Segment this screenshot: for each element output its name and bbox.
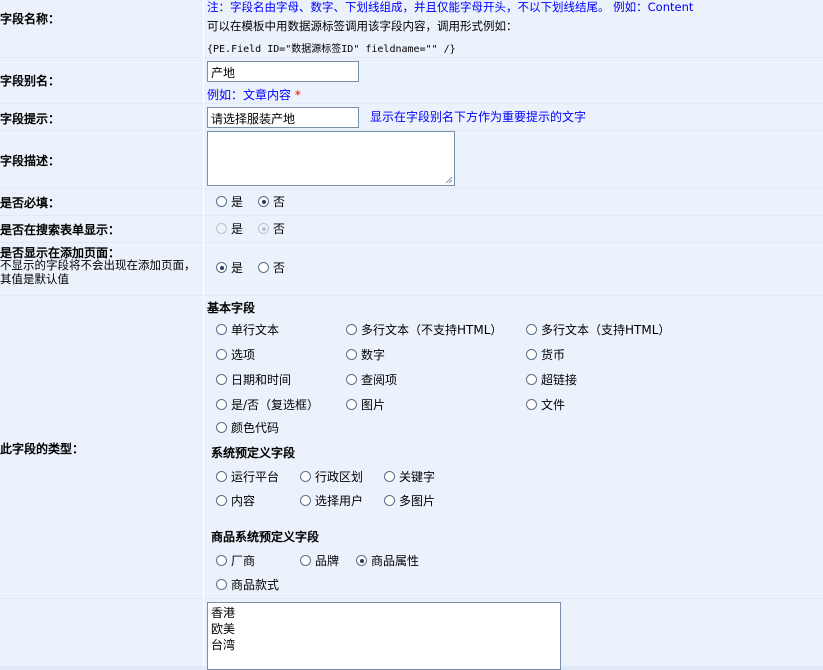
type-label-select-user[interactable]: 选择用户	[315, 492, 363, 509]
add-page-show-yes-radio[interactable]	[216, 262, 227, 273]
field-name-label: 字段名称：	[0, 12, 61, 26]
type-radio-currency[interactable]	[526, 349, 537, 360]
column-divider	[203, 0, 204, 666]
field-name-note: 注：字段名由字母、数字、下划线组成，并且仅能字母开头，不以下划线结尾。 例如：C…	[207, 0, 694, 14]
required-no-radio[interactable]	[258, 196, 269, 207]
search-show-yes-radio	[216, 223, 227, 234]
field-name-hint: 可以在模板中用数据源标签调用该字段内容，调用形式例如：	[207, 19, 518, 33]
basic-fields-title: 基本字段	[207, 301, 256, 315]
type-radio-image[interactable]	[346, 399, 357, 410]
type-radio-multi-image[interactable]	[384, 495, 395, 506]
option-item: 欧美	[211, 622, 236, 636]
field-type-label: 此字段的类型：	[0, 442, 85, 456]
type-label-file[interactable]: 文件	[541, 396, 565, 413]
required-yes-radio[interactable]	[216, 196, 227, 207]
type-radio-color[interactable]	[216, 422, 227, 433]
system-fields-title: 系统预定义字段	[211, 446, 296, 460]
product-fields-title: 商品系统预定义字段	[211, 530, 320, 544]
field-tip-help: 显示在字段别名下方作为重要提示的文字	[370, 110, 587, 124]
type-radio-file[interactable]	[526, 399, 537, 410]
type-radio-keyword[interactable]	[384, 471, 395, 482]
option-item: 香港	[211, 606, 236, 620]
search-show-label: 是否在搜索表单显示：	[0, 223, 121, 237]
type-radio-content[interactable]	[216, 495, 227, 506]
row-search-show	[0, 216, 823, 242]
type-radio-platform[interactable]	[216, 471, 227, 482]
field-name-code: {PE.Field ID="数据源标签ID" fieldname="" /}	[207, 44, 456, 55]
field-desc-textarea[interactable]	[207, 131, 455, 186]
type-radio-manufacturer[interactable]	[216, 555, 227, 566]
type-radio-lookup[interactable]	[346, 374, 357, 385]
add-page-show-no-label[interactable]: 否	[273, 259, 285, 276]
required-no-label[interactable]: 否	[273, 193, 285, 210]
type-label-product-style[interactable]: 商品款式	[231, 576, 279, 593]
add-page-show-yes-label[interactable]: 是	[231, 259, 243, 276]
type-radio-region[interactable]	[300, 471, 311, 482]
field-alias-example-text: 例如：文章内容	[207, 88, 292, 102]
search-show-no-label: 否	[273, 222, 286, 236]
type-label-product-attr[interactable]: 商品属性	[371, 552, 419, 569]
required-yes-label[interactable]: 是	[231, 193, 243, 210]
required-label: 是否必填：	[0, 196, 61, 210]
required-star: *	[294, 88, 301, 102]
type-label-currency[interactable]: 货币	[541, 346, 565, 363]
type-label-platform[interactable]: 运行平台	[231, 468, 279, 485]
type-label-manufacturer[interactable]: 厂商	[231, 552, 255, 569]
row-field-alias	[0, 58, 823, 103]
type-label-option[interactable]: 选项	[231, 346, 255, 363]
type-label-image[interactable]: 图片	[361, 396, 385, 413]
type-label-color[interactable]: 颜色代码	[231, 419, 279, 436]
type-label-multiline-html[interactable]: 多行文本（支持HTML）	[541, 321, 670, 338]
type-label-yesno[interactable]: 是/否（复选框）	[231, 396, 319, 413]
type-label-number[interactable]: 数字	[361, 346, 385, 363]
type-radio-option[interactable]	[216, 349, 227, 360]
type-radio-yesno[interactable]	[216, 399, 227, 410]
option-item: 台湾	[211, 638, 236, 652]
type-radio-datetime[interactable]	[216, 374, 227, 385]
type-label-keyword[interactable]: 关键字	[399, 468, 435, 485]
type-radio-select-user[interactable]	[300, 495, 311, 506]
search-show-no-radio	[258, 223, 269, 234]
field-tip-input[interactable]: 请选择服装产地	[207, 107, 359, 128]
field-alias-label: 字段别名：	[0, 74, 61, 88]
search-show-yes-label: 是	[231, 222, 244, 236]
type-radio-product-style[interactable]	[216, 579, 227, 590]
type-radio-hyperlink[interactable]	[526, 374, 537, 385]
resize-grip-icon[interactable]	[445, 176, 453, 184]
type-label-region[interactable]: 行政区划	[315, 468, 363, 485]
options-textarea[interactable]: 香港 欧美 台湾	[207, 602, 561, 670]
type-radio-multiline-nohtml[interactable]	[346, 324, 357, 335]
type-radio-brand[interactable]	[300, 555, 311, 566]
type-radio-single-line[interactable]	[216, 324, 227, 335]
field-alias-example: 例如：文章内容 *	[207, 86, 301, 103]
type-label-single-line[interactable]: 单行文本	[231, 321, 279, 338]
type-label-multiline-nohtml[interactable]: 多行文本（不支持HTML）	[361, 321, 502, 338]
row-required	[0, 189, 823, 215]
type-label-hyperlink[interactable]: 超链接	[541, 371, 577, 388]
type-label-multi-image[interactable]: 多图片	[399, 492, 435, 509]
type-label-lookup[interactable]: 查阅项	[361, 371, 397, 388]
type-radio-product-attr[interactable]	[356, 555, 367, 566]
type-label-content[interactable]: 内容	[231, 492, 255, 509]
type-radio-number[interactable]	[346, 349, 357, 360]
add-page-show-no-radio[interactable]	[258, 262, 269, 273]
field-tip-label: 字段提示：	[0, 112, 61, 126]
field-desc-label: 字段描述：	[0, 154, 61, 168]
type-label-brand[interactable]: 品牌	[315, 552, 339, 569]
field-alias-input[interactable]: 产地	[207, 61, 359, 82]
type-label-datetime[interactable]: 日期和时间	[231, 371, 291, 388]
type-radio-multiline-html[interactable]	[526, 324, 537, 335]
add-page-show-note: 不显示的字段将不会出现在添加页面，其值是默认值	[0, 258, 196, 286]
